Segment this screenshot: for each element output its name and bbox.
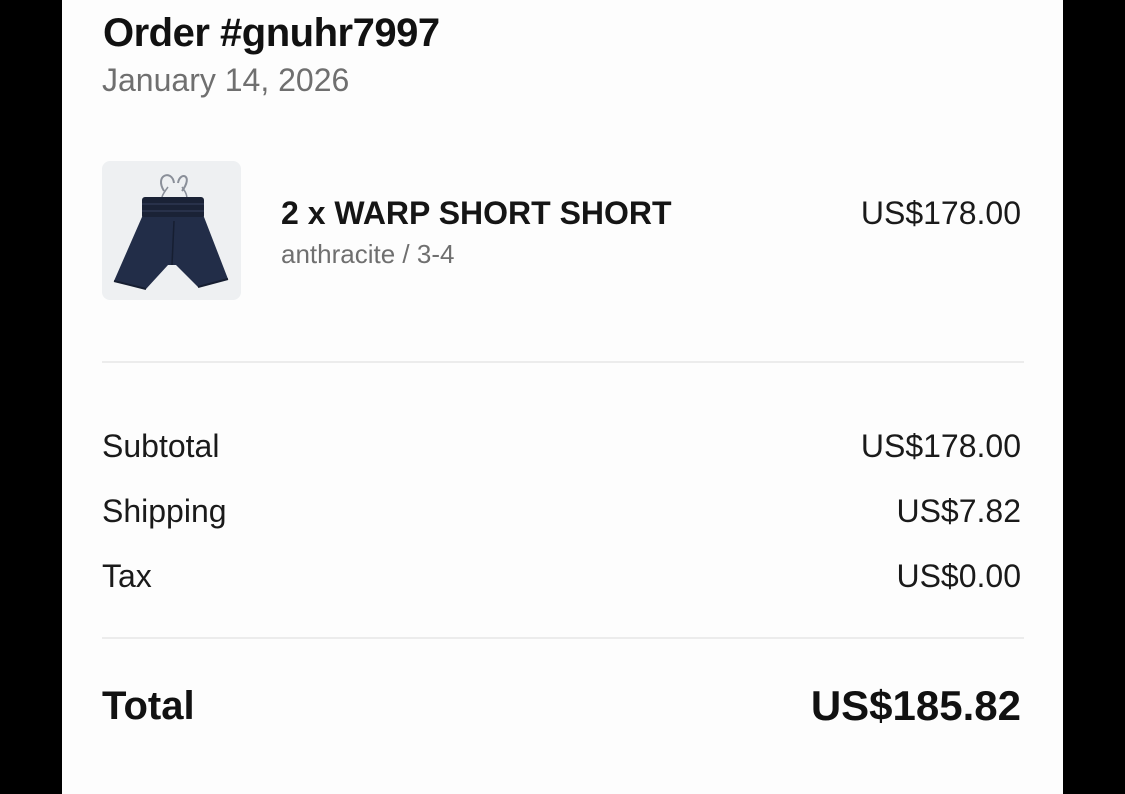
subtotal-value: US$178.00 <box>860 428 1021 464</box>
divider <box>102 637 1024 639</box>
tax-label: Tax <box>102 558 152 594</box>
item-variant: anthracite / 3-4 <box>281 239 455 269</box>
subtotal-label: Subtotal <box>102 428 220 464</box>
item-price: US$178.00 <box>860 195 1021 231</box>
order-summary-screen: Order #gnuhr7997 January 14, 2026 2 x WA… <box>62 0 1063 794</box>
product-thumbnail[interactable] <box>102 161 241 300</box>
total-label: Total <box>102 684 195 728</box>
divider <box>102 361 1024 363</box>
shipping-label: Shipping <box>102 493 227 529</box>
order-date: January 14, 2026 <box>102 62 350 98</box>
tax-value: US$0.00 <box>896 558 1021 594</box>
order-title: Order #gnuhr7997 <box>103 11 440 55</box>
shipping-value: US$7.82 <box>896 493 1021 529</box>
total-value: US$185.82 <box>810 682 1021 729</box>
shorts-product-image <box>113 174 229 290</box>
item-name: 2 x WARP SHORT SHORT <box>281 195 672 231</box>
